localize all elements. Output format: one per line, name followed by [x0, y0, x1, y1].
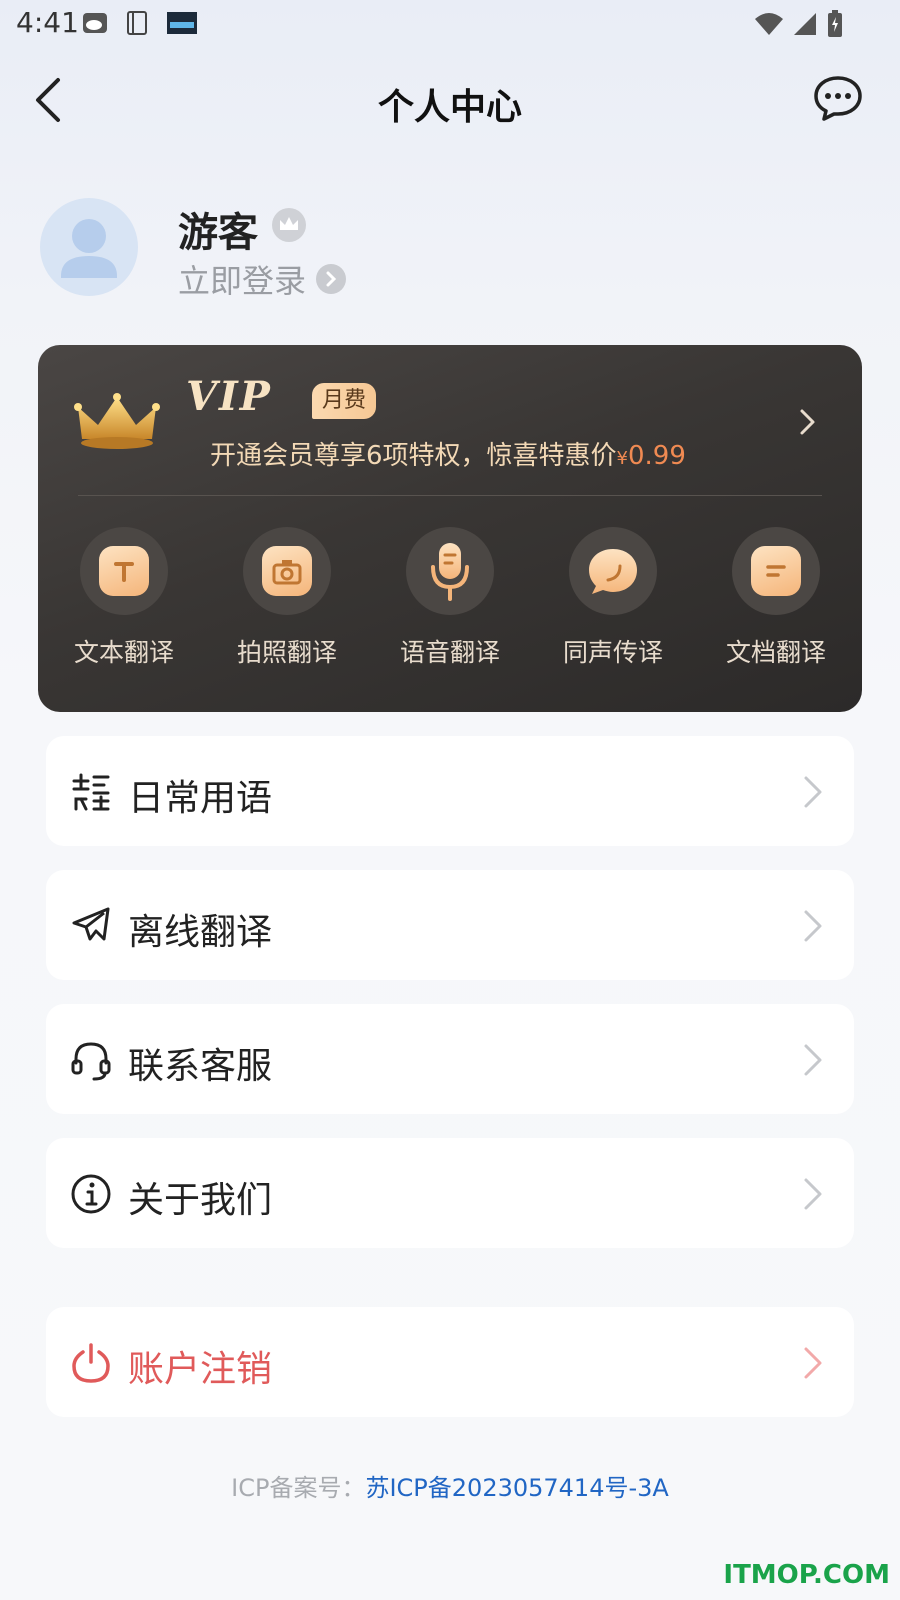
translate-phrases-icon — [72, 773, 110, 811]
chevron-right-icon — [800, 409, 815, 435]
icp-link[interactable]: 苏ICP备2023057414号-3A — [365, 1474, 668, 1502]
document-icon — [751, 546, 801, 596]
user-icon — [61, 219, 117, 278]
vip-price: 0.99 — [628, 441, 686, 471]
login-text: 立即登录 — [178, 262, 307, 300]
top-nav: 个人中心 — [0, 60, 900, 140]
feature-label: 同声传译 — [562, 638, 663, 667]
vip-description: 开通会员尊享6项特权，惊喜特惠价¥0.99 — [210, 435, 686, 472]
status-time: 4:41 — [16, 6, 79, 39]
chevron-right-icon — [804, 1347, 822, 1379]
vip-banner[interactable]: VIP 月费 开通会员尊享6项特权，惊喜特惠价¥0.99 — [38, 345, 862, 495]
chevron-right-icon — [804, 776, 822, 808]
page-title: 个人中心 — [377, 87, 522, 128]
feature-voice-translate[interactable]: 语音翻译 — [386, 527, 514, 687]
text-t-icon — [99, 546, 149, 596]
crown-icon — [272, 208, 306, 242]
feature-text-translate[interactable]: 文本翻译 — [60, 527, 188, 687]
login-link[interactable]: 立即登录 — [178, 256, 347, 302]
feature-photo-translate[interactable]: 拍照翻译 — [223, 527, 351, 687]
feature-ring — [80, 527, 168, 615]
divider — [78, 495, 822, 496]
menu-label: 账户注销 — [128, 1349, 273, 1390]
feature-ring — [732, 527, 820, 615]
airplane-icon — [72, 907, 110, 941]
account-deregister-button[interactable]: 账户注销 — [46, 1307, 854, 1417]
chevron-right-icon — [316, 264, 347, 294]
vip-features: 文本翻译 拍照翻译 语音翻译 同声传译 文档翻译 — [38, 527, 862, 687]
vip-price-symbol: ¥ — [616, 448, 628, 469]
status-right-icons — [754, 10, 844, 38]
vip-desc-text: 开通会员尊享6项特权，惊喜特惠价 — [210, 441, 617, 471]
username: 游客 — [178, 210, 258, 256]
wifi-icon — [755, 13, 783, 35]
avatar[interactable] — [40, 198, 138, 296]
signal-icon — [794, 13, 816, 35]
menu-contact-support[interactable]: 联系客服 — [46, 1004, 854, 1114]
battery-icon — [828, 10, 842, 37]
watermark: ITMOP.COM — [723, 1560, 890, 1590]
feature-ring — [406, 527, 494, 615]
menu-label: 离线翻译 — [128, 912, 273, 953]
menu-label: 联系客服 — [128, 1046, 273, 1087]
microphone-icon — [431, 543, 469, 601]
clock-widget-icon — [167, 12, 197, 34]
feature-label: 文本翻译 — [73, 638, 174, 667]
notebook-icon — [127, 11, 147, 35]
menu-label: 日常用语 — [128, 778, 273, 819]
chevron-right-icon — [804, 1044, 822, 1076]
icp-prefix: ICP备案号： — [231, 1474, 366, 1502]
status-bar: 4:41 — [0, 0, 900, 48]
feature-label: 语音翻译 — [399, 638, 500, 667]
vip-plan-tag: 月费 — [312, 383, 377, 419]
info-icon — [71, 1174, 111, 1214]
speech-bubble-icon — [589, 549, 637, 594]
menu-daily-phrases[interactable]: 日常用语 — [46, 736, 854, 846]
headset-icon — [71, 1042, 111, 1081]
menu-label: 关于我们 — [128, 1180, 273, 1221]
vip-card: VIP 月费 开通会员尊享6项特权，惊喜特惠价¥0.99 文本翻译 拍照翻译 语… — [38, 345, 862, 712]
feature-ring — [569, 527, 657, 615]
weibo-icon — [83, 13, 107, 33]
icp-record: ICP备案号：苏ICP备2023057414号-3A — [0, 1468, 900, 1503]
power-icon — [72, 1343, 110, 1383]
menu-about-us[interactable]: 关于我们 — [46, 1138, 854, 1248]
feature-simultaneous-interpret[interactable]: 同声传译 — [549, 527, 677, 687]
camera-icon — [262, 546, 312, 596]
feature-label: 拍照翻译 — [236, 638, 337, 667]
menu-offline-translate[interactable]: 离线翻译 — [46, 870, 854, 980]
vip-crown-icon — [74, 393, 160, 449]
feature-document-translate[interactable]: 文档翻译 — [712, 527, 840, 687]
chevron-right-icon — [804, 910, 822, 942]
chevron-right-icon — [804, 1178, 822, 1210]
chat-bubble-icon[interactable] — [812, 74, 864, 122]
feature-label: 文档翻译 — [725, 638, 826, 667]
feature-ring — [243, 527, 331, 615]
vip-logo: VIP — [186, 373, 272, 420]
